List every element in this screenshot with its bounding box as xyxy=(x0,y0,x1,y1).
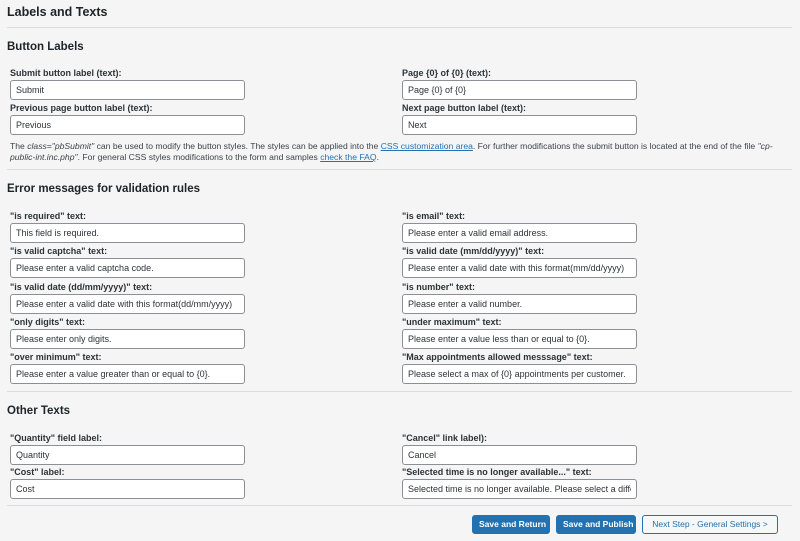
button-styles-note: The class="pbSubmit" can be used to modi… xyxy=(10,141,795,163)
save-and-publish-button[interactable]: Save and Publish xyxy=(556,515,636,534)
submit-label-field: Submit button label (text): xyxy=(10,68,245,100)
note-text: The xyxy=(10,141,28,151)
field-label: "is valid date (dd/mm/yyyy)" text: xyxy=(10,282,153,292)
is-valid-captcha-field: "is valid captcha" text: xyxy=(10,246,245,278)
field-label: "Cost" label: xyxy=(10,467,65,477)
save-and-return-button[interactable]: Save and Return xyxy=(472,515,550,534)
only-digits-field: "only digits" text: xyxy=(10,317,245,349)
max-appointments-input[interactable] xyxy=(402,364,637,384)
class-code: class="pbSubmit" xyxy=(27,141,95,151)
quantity-label-input[interactable] xyxy=(10,445,245,465)
cost-label-input[interactable] xyxy=(10,479,245,499)
is-valid-date-mdy-input[interactable] xyxy=(402,258,637,278)
section-title-error-messages: Error messages for validation rules xyxy=(7,183,201,195)
divider xyxy=(7,391,792,392)
submit-label-input[interactable] xyxy=(10,80,245,100)
page-of-input[interactable] xyxy=(402,80,637,100)
page-of-field: Page {0} of {0} (text): xyxy=(402,68,637,100)
field-label: "is email" text: xyxy=(402,211,466,221)
field-label: "Selected time is no longer available...… xyxy=(402,467,592,477)
note-text: . For general CSS styles modifications t… xyxy=(77,152,321,162)
field-label: "Max appointments allowed messsage" text… xyxy=(402,352,593,362)
is-email-field: "is email" text: xyxy=(402,211,637,243)
quantity-label-field: "Quantity" field label: xyxy=(10,433,245,465)
previous-label-input[interactable] xyxy=(10,115,245,135)
page-title: Labels and Texts xyxy=(7,5,108,19)
note-text: can be used to modify the button styles.… xyxy=(94,141,381,151)
over-minimum-field: "over minimum" text: xyxy=(10,352,245,384)
section-title-button-labels: Button Labels xyxy=(7,41,84,53)
is-valid-date-mdy-field: "is valid date (mm/dd/yyyy)" text: xyxy=(402,246,637,278)
divider xyxy=(7,505,792,506)
next-label-input[interactable] xyxy=(402,115,637,135)
field-label: "is number" text: xyxy=(402,282,476,292)
field-label: "under maximum" text: xyxy=(402,317,502,327)
is-valid-date-dmy-input[interactable] xyxy=(10,294,245,314)
field-label: Next page button label (text): xyxy=(402,103,527,113)
field-label: "Cancel" link label): xyxy=(402,433,488,443)
cost-label-field: "Cost" label: xyxy=(10,467,245,499)
field-label: Submit button label (text): xyxy=(10,68,122,78)
over-minimum-input[interactable] xyxy=(10,364,245,384)
field-label: "is required" text: xyxy=(10,211,87,221)
divider xyxy=(7,27,792,28)
field-label: "is valid captcha" text: xyxy=(10,246,108,256)
css-customization-link[interactable]: CSS customization area xyxy=(381,141,473,151)
under-maximum-field: "under maximum" text: xyxy=(402,317,637,349)
is-valid-captcha-input[interactable] xyxy=(10,258,245,278)
field-label: "over minimum" text: xyxy=(10,352,102,362)
time-unavailable-input[interactable] xyxy=(402,479,637,499)
next-step-button[interactable]: Next Step - General Settings > xyxy=(642,515,778,534)
field-label: "only digits" text: xyxy=(10,317,86,327)
field-label: Page {0} of {0} (text): xyxy=(402,68,492,78)
cancel-label-field: "Cancel" link label): xyxy=(402,433,637,465)
under-maximum-input[interactable] xyxy=(402,329,637,349)
is-number-field: "is number" text: xyxy=(402,282,637,314)
is-number-input[interactable] xyxy=(402,294,637,314)
labels-and-texts-page: Labels and Texts Button Labels Submit bu… xyxy=(0,0,800,541)
is-email-input[interactable] xyxy=(402,223,637,243)
only-digits-input[interactable] xyxy=(10,329,245,349)
section-title-other-texts: Other Texts xyxy=(7,405,71,417)
note-text: . xyxy=(376,152,379,162)
is-required-input[interactable] xyxy=(10,223,245,243)
field-label: "Quantity" field label: xyxy=(10,433,103,443)
faq-link[interactable]: check the FAQ xyxy=(320,152,376,162)
is-required-field: "is required" text: xyxy=(10,211,245,243)
field-label: "is valid date (mm/dd/yyyy)" text: xyxy=(402,246,545,256)
is-valid-date-dmy-field: "is valid date (dd/mm/yyyy)" text: xyxy=(10,282,245,314)
field-label: Previous page button label (text): xyxy=(10,103,153,113)
time-unavailable-field: "Selected time is no longer available...… xyxy=(402,467,637,499)
cancel-label-input[interactable] xyxy=(402,445,637,465)
next-label-field: Next page button label (text): xyxy=(402,103,637,135)
max-appointments-field: "Max appointments allowed messsage" text… xyxy=(402,352,637,384)
divider xyxy=(7,169,792,170)
note-text: . For further modifications the submit b… xyxy=(472,141,758,151)
previous-label-field: Previous page button label (text): xyxy=(10,103,245,135)
